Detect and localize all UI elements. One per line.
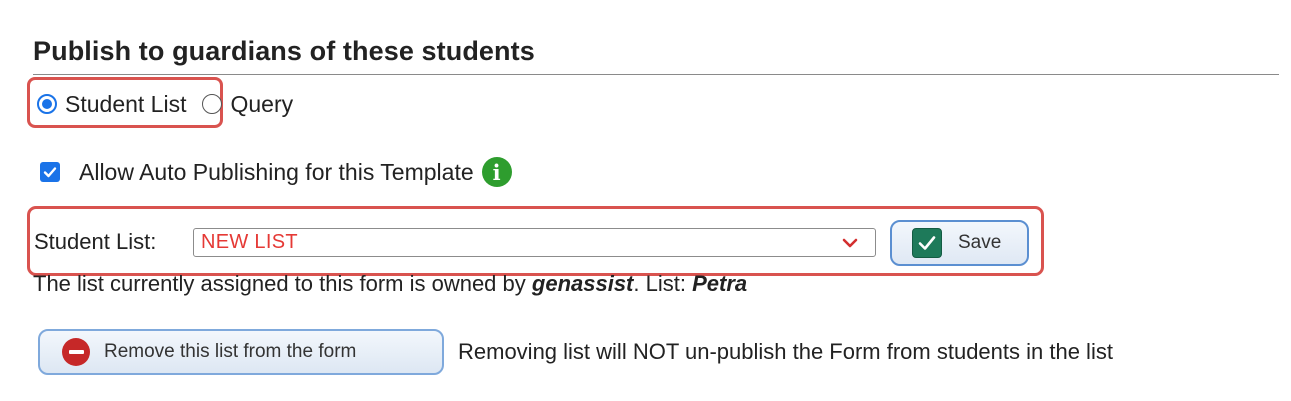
save-button-label: Save xyxy=(958,232,1002,253)
ownership-list-prefix: . List: xyxy=(633,271,693,296)
publish-panel: Publish to guardians of these students S… xyxy=(0,0,1291,401)
student-list-select[interactable]: NEW LIST xyxy=(193,228,876,257)
student-list-radio-label[interactable]: Student List xyxy=(65,91,186,118)
chevron-down-icon xyxy=(842,238,858,248)
section-title: Publish to guardians of these students xyxy=(33,36,535,66)
remove-list-button[interactable]: Remove this list from the form xyxy=(38,329,444,375)
check-icon xyxy=(912,228,942,258)
auto-publish-checkbox[interactable] xyxy=(40,162,60,182)
student-list-selected-value: NEW LIST xyxy=(201,231,298,253)
remove-list-note: Removing list will NOT un-publish the Fo… xyxy=(458,339,1113,364)
list-owner: genassist xyxy=(531,271,634,296)
ownership-prefix: The list currently assigned to this form… xyxy=(33,271,532,296)
title-divider xyxy=(33,74,1279,75)
checkmark-icon xyxy=(43,167,57,178)
auto-publish-row: Allow Auto Publishing for this Template … xyxy=(40,155,512,189)
publish-mode-radio-group: Student List Query xyxy=(37,86,293,122)
list-ownership-text: The list currently assigned to this form… xyxy=(33,271,747,297)
minus-circle-icon xyxy=(62,338,90,366)
list-name: Petra xyxy=(692,271,748,296)
student-list-label: Student List: xyxy=(34,229,157,254)
query-radio-label[interactable]: Query xyxy=(230,91,293,118)
auto-publish-label[interactable]: Allow Auto Publishing for this Template xyxy=(79,159,474,186)
student-list-radio[interactable] xyxy=(37,94,57,114)
query-radio[interactable] xyxy=(202,94,223,114)
save-button[interactable]: Save xyxy=(890,220,1029,266)
remove-list-button-label: Remove this list from the form xyxy=(104,341,357,362)
info-icon[interactable]: i xyxy=(481,157,512,187)
